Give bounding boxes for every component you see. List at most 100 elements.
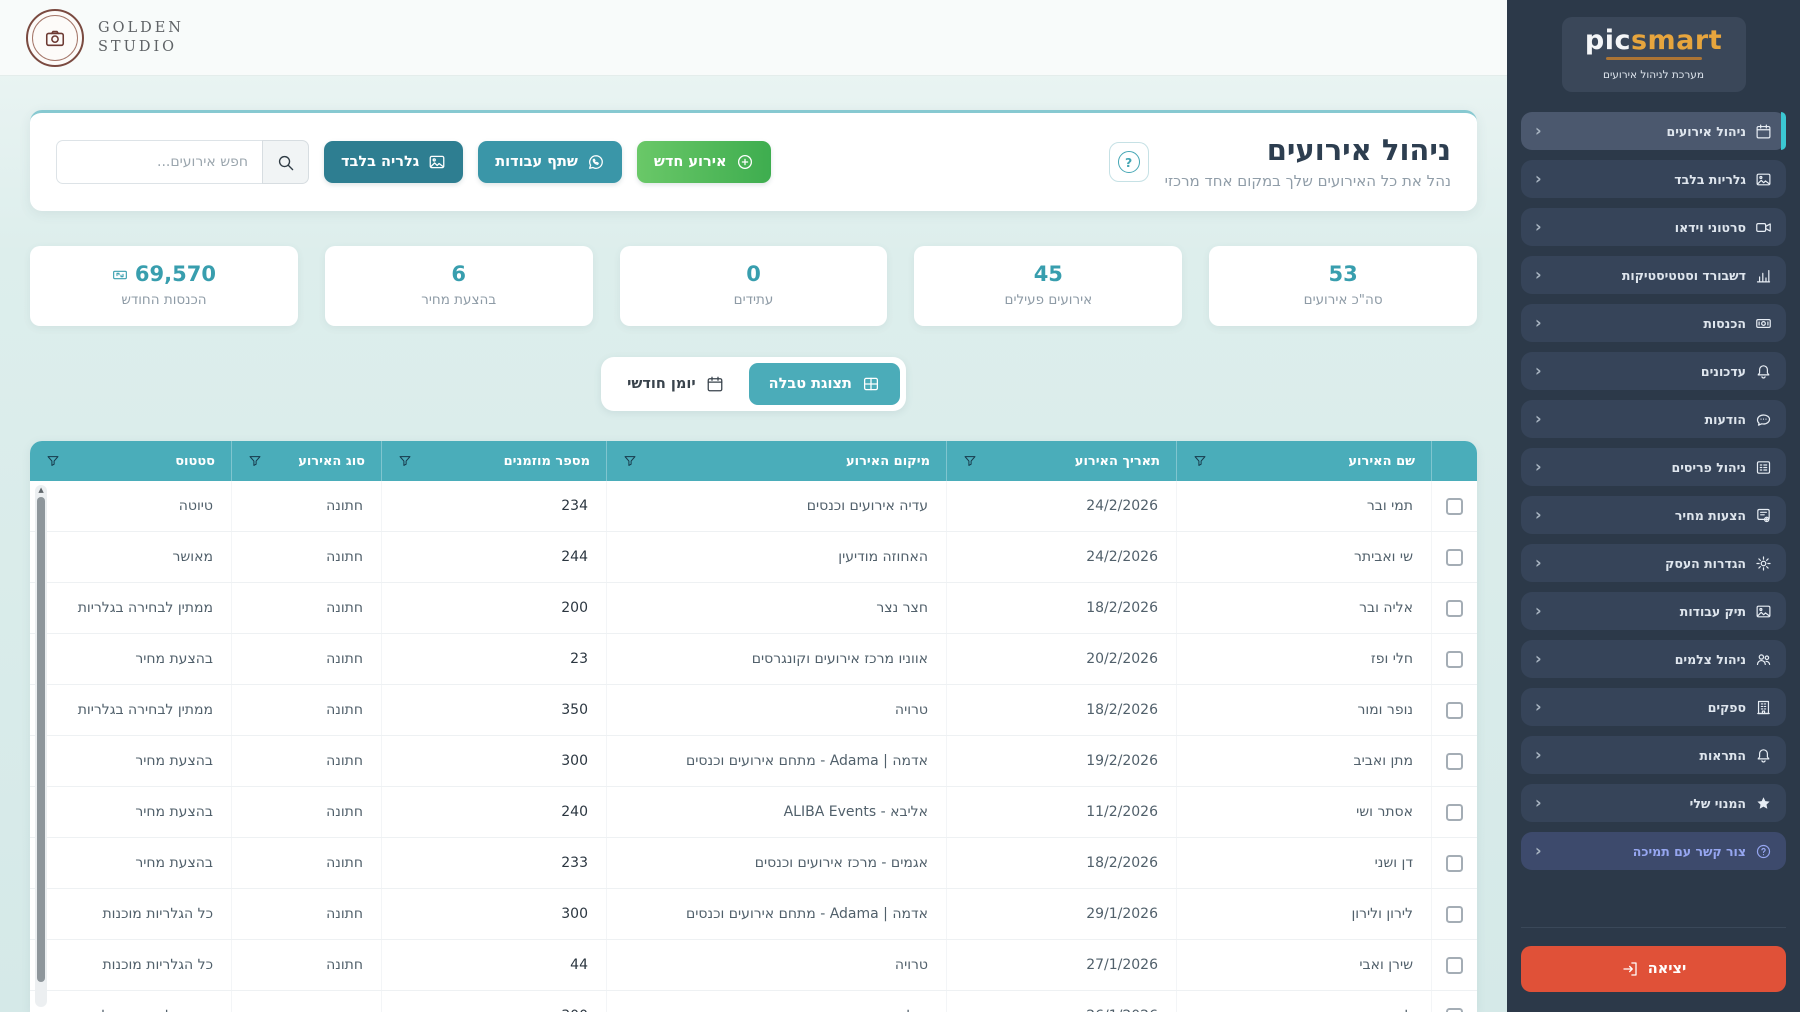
sidebar-item-building[interactable]: ספקים ‹: [1521, 688, 1786, 726]
filter-icon[interactable]: [623, 454, 637, 468]
sidebar-item-label: התראות: [1699, 748, 1746, 763]
table-row[interactable]: חלי ופז 20/2/2026 אווניו מרכז אירועים וק…: [30, 634, 1477, 685]
logout-button[interactable]: יציאה: [1521, 946, 1786, 992]
sidebar-item-alarm[interactable]: התראות ‹: [1521, 736, 1786, 774]
sidebar-item-icon: [1755, 411, 1772, 428]
brand-line2: STUDIO: [98, 38, 184, 57]
scroll-up-icon[interactable]: ▲: [38, 485, 43, 495]
stat-value: 6: [451, 264, 466, 285]
status-cell: ממתין לבחירה בגלריות: [30, 685, 231, 735]
table-row[interactable]: אליה ובר 18/2/2026 חצר נצר 200 חתונה ממת…: [30, 583, 1477, 634]
sidebar-item-label: המנוי שלי: [1690, 796, 1746, 811]
table-view-tab[interactable]: תצוגת טבלה: [749, 363, 900, 405]
filter-icon[interactable]: [46, 454, 60, 468]
sidebar-item-chart[interactable]: דשבורד וסטטיסטיקות ‹: [1521, 256, 1786, 294]
gallery-only-button[interactable]: גלריה בלבד: [324, 141, 463, 183]
sidebar-item-video[interactable]: סרטוני וידאו ‹: [1521, 208, 1786, 246]
table-row[interactable]: לירון ולירון 29/1/2026 אדמה | Adama - מת…: [30, 889, 1477, 940]
search-button[interactable]: [262, 140, 309, 184]
sidebar-item-image[interactable]: גלריות בלבד ‹: [1521, 160, 1786, 198]
sidebar-item-icon: [1755, 747, 1772, 764]
sidebar-nav: ניהול אירועים ‹ גלריות בלבד ‹ סרטוני ויד…: [1521, 112, 1786, 870]
chevron-left-icon: ‹: [1535, 795, 1542, 811]
event-name-cell: נופר ומור: [1176, 685, 1431, 735]
table-row[interactable]: שי ואביתר 24/2/2026 האחוזה מודיעין 244 ח…: [30, 532, 1477, 583]
filter-icon[interactable]: [1193, 454, 1207, 468]
row-checkbox[interactable]: [1446, 702, 1463, 719]
guests-count-cell: 300: [381, 889, 606, 939]
sidebar-item-quote[interactable]: הצעות מחיר ‹: [1521, 496, 1786, 534]
column-label: מיקום האירוע: [846, 454, 930, 469]
status-cell: בהצעת מחיר: [30, 736, 231, 786]
column-header[interactable]: מיקום האירוע: [606, 441, 946, 481]
help-button[interactable]: ?: [1109, 142, 1149, 182]
column-header[interactable]: סוג האירוע: [231, 441, 381, 481]
sidebar-item-label: הצעות מחיר: [1675, 508, 1746, 523]
row-checkbox[interactable]: [1446, 753, 1463, 770]
sidebar-item-list[interactable]: ניהול פריסים ‹: [1521, 448, 1786, 486]
chevron-left-icon: ‹: [1535, 555, 1542, 571]
sidebar: picsmart מערכת לניהול אירועים ניהול אירו…: [1507, 0, 1800, 1012]
guests-count-cell: 233: [381, 838, 606, 888]
banknote-icon: [112, 267, 128, 283]
chevron-left-icon: ‹: [1535, 123, 1542, 139]
filter-icon[interactable]: [248, 454, 262, 468]
status-cell: בהצעת מחיר: [30, 787, 231, 837]
row-checkbox[interactable]: [1446, 1008, 1463, 1012]
sidebar-item-icon: [1755, 651, 1772, 668]
table-row[interactable]: אסתר ושי 11/2/2026 אליבא - ALIBA Events …: [30, 787, 1477, 838]
row-checkbox[interactable]: [1446, 651, 1463, 668]
table-row[interactable]: תמי ובר 24/2/2026 עדיה אירועים וכנסים 23…: [30, 481, 1477, 532]
column-header[interactable]: תאריך האירוע: [946, 441, 1176, 481]
table-row[interactable]: ליאת ותמיר 26/1/2026 אולם מופעים גבעת בר…: [30, 991, 1477, 1012]
sidebar-item-calendar[interactable]: ניהול אירועים ‹: [1521, 112, 1786, 150]
row-checkbox[interactable]: [1446, 549, 1463, 566]
sidebar-item-label: ניהול פריסים: [1672, 460, 1746, 475]
row-select-cell: [1431, 940, 1477, 990]
whatsapp-icon: [587, 153, 605, 171]
sidebar-item-icon: [1755, 507, 1772, 524]
event-date-cell: 19/2/2026: [946, 736, 1176, 786]
sidebar-item-portfolio[interactable]: תיק עבודות ‹: [1521, 592, 1786, 630]
table-row[interactable]: מתן ואביב 19/2/2026 אדמה | Adama - מתחם …: [30, 736, 1477, 787]
sidebar-item-label: סרטוני וידאו: [1675, 220, 1746, 235]
column-header[interactable]: שם האירוע: [1176, 441, 1431, 481]
event-name-cell: שירן ואבי: [1176, 940, 1431, 990]
sidebar-item-gear[interactable]: הגדרות העסק ‹: [1521, 544, 1786, 582]
studio-brand-text: GOLDEN STUDIO: [98, 19, 184, 57]
row-checkbox[interactable]: [1446, 957, 1463, 974]
table-row[interactable]: שירן ואבי 27/1/2026 טרויה 44 חתונה כל הג…: [30, 940, 1477, 991]
sidebar-item-money[interactable]: הכנסות ‹: [1521, 304, 1786, 342]
column-header[interactable]: מספר מוזמנים: [381, 441, 606, 481]
monthly-calendar-tab[interactable]: יומן חודשי: [607, 363, 744, 405]
event-date-cell: 18/2/2026: [946, 583, 1176, 633]
select-all-header-cell: [1431, 441, 1477, 481]
table-row[interactable]: נופר ומור 18/2/2026 טרויה 350 חתונה ממתי…: [30, 685, 1477, 736]
sidebar-item-chat[interactable]: הודעות ‹: [1521, 400, 1786, 438]
row-checkbox[interactable]: [1446, 906, 1463, 923]
row-checkbox[interactable]: [1446, 855, 1463, 872]
status-cell: טיוטה: [30, 481, 231, 531]
sidebar-item-users[interactable]: ניהול צלמים ‹: [1521, 640, 1786, 678]
new-event-button[interactable]: אירוע חדש: [637, 141, 771, 183]
event-type-cell: חתונה: [231, 736, 381, 786]
row-checkbox[interactable]: [1446, 498, 1463, 515]
table-scrollbar[interactable]: ▲: [35, 485, 47, 1007]
sidebar-item-question[interactable]: צור קשר עם תמיכה ‹: [1521, 832, 1786, 870]
column-header[interactable]: סטטוס: [30, 441, 231, 481]
share-works-button[interactable]: שתף עבודות: [478, 141, 622, 183]
sidebar-item-star[interactable]: המנוי שלי ‹: [1521, 784, 1786, 822]
column-label: סוג האירוע: [298, 454, 365, 469]
filter-icon[interactable]: [398, 454, 412, 468]
row-checkbox[interactable]: [1446, 600, 1463, 617]
view-toggle: תצוגת טבלה יומן חודשי: [601, 357, 906, 411]
event-date-cell: 24/2/2026: [946, 481, 1176, 531]
filter-icon[interactable]: [963, 454, 977, 468]
search-input[interactable]: [56, 140, 262, 184]
event-location-cell: אדמה | Adama - מתחם אירועים וכנסים: [606, 889, 946, 939]
table-row[interactable]: דן ושני 18/2/2026 אגמים - מרכז אירועים ו…: [30, 838, 1477, 889]
scrollbar-thumb[interactable]: [37, 497, 45, 982]
logout-label: יציאה: [1648, 961, 1687, 977]
row-checkbox[interactable]: [1446, 804, 1463, 821]
sidebar-item-bell[interactable]: עדכונים ‹: [1521, 352, 1786, 390]
